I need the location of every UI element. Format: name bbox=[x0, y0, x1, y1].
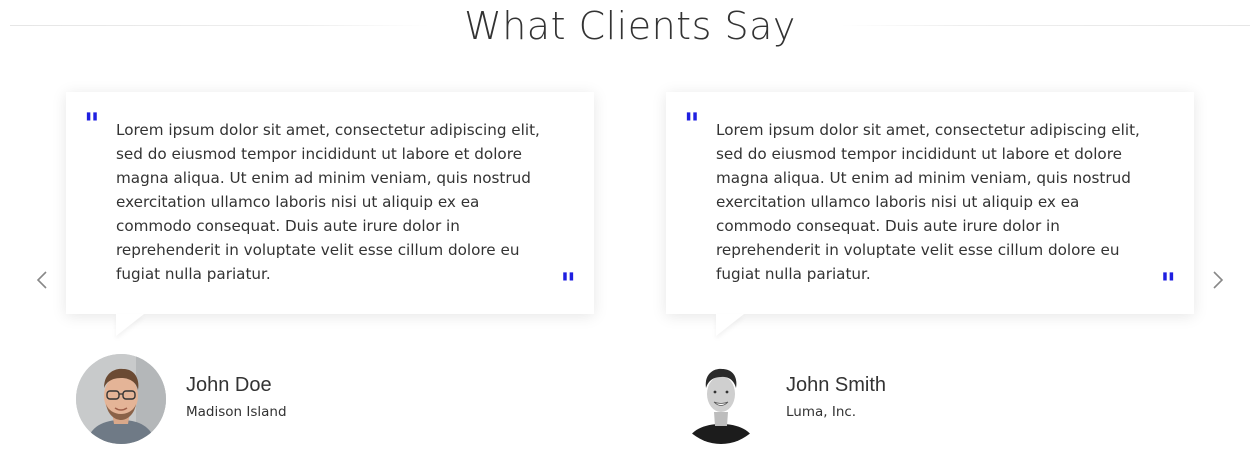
speech-bubble-tail bbox=[716, 314, 744, 336]
client-photo bbox=[676, 354, 766, 444]
section-title: What Clients Say bbox=[464, 4, 796, 48]
avatar bbox=[76, 354, 166, 444]
carousel-prev-button[interactable] bbox=[30, 262, 56, 298]
open-quote-icon: " bbox=[684, 107, 700, 142]
client-company: Luma, Inc. bbox=[786, 404, 857, 420]
client-photo bbox=[76, 354, 166, 444]
chevron-left-icon bbox=[36, 271, 47, 289]
testimonial-card: " Lorem ipsum dolor sit amet, consectetu… bbox=[666, 92, 1194, 336]
chevron-right-icon bbox=[1213, 271, 1224, 289]
open-quote-icon: " bbox=[84, 107, 100, 142]
client-name: John Doe bbox=[186, 374, 272, 396]
avatar bbox=[676, 354, 766, 444]
client-name: John Smith bbox=[786, 374, 887, 396]
testimonial-text: Lorem ipsum dolor sit amet, consectetur … bbox=[716, 121, 1140, 283]
carousel-next-button[interactable] bbox=[1204, 262, 1230, 298]
speech-bubble-tail bbox=[116, 314, 144, 336]
close-quote-icon: " bbox=[560, 267, 576, 302]
testimonial-text: Lorem ipsum dolor sit amet, consectetur … bbox=[116, 121, 540, 283]
close-quote-icon: " bbox=[1160, 267, 1176, 302]
testimonial-card: " Lorem ipsum dolor sit amet, consectetu… bbox=[66, 92, 594, 336]
client-company: Madison Island bbox=[186, 404, 287, 420]
